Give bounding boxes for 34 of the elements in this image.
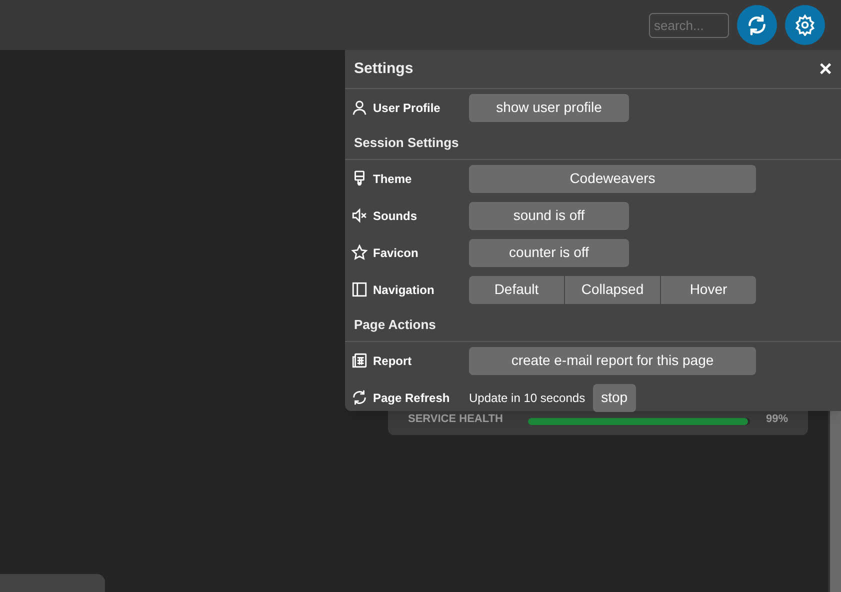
setting-label: Theme [373, 170, 412, 188]
search-field[interactable]: search... [649, 12, 729, 38]
refresh-icon [351, 389, 368, 406]
refresh-countdown: Update in 10 seconds [469, 390, 586, 406]
speaker-muted-icon [351, 207, 368, 224]
setting-button[interactable]: show user profile [469, 94, 629, 122]
section-heading: Page Actions [354, 316, 436, 334]
setting-button[interactable]: counter is off [469, 238, 629, 266]
setting-button[interactable]: create e-mail report for this page [469, 346, 756, 374]
setting-label: Sounds [373, 208, 417, 224]
navigation-option[interactable]: Hover [661, 276, 756, 304]
setting-label: Navigation [373, 282, 434, 298]
health-reading: 99% [766, 414, 788, 425]
star-icon [351, 244, 368, 261]
setting-button[interactable]: sound is off [469, 202, 629, 230]
setting-label: User Profile [373, 100, 440, 116]
settings-button[interactable] [785, 5, 825, 45]
table-document-icon [351, 352, 368, 369]
refresh-icon [746, 14, 768, 36]
setting-label: Page Refresh [373, 390, 450, 406]
refresh-button[interactable] [737, 5, 777, 45]
setting-button[interactable]: Codeweavers [469, 164, 756, 192]
stop-button[interactable]: stop [593, 384, 636, 412]
setting-label: Favicon [373, 244, 418, 262]
user-icon [351, 99, 368, 116]
sidebar-layout-icon [351, 281, 368, 298]
close-button[interactable]: × [819, 58, 832, 80]
setting-label: Report [373, 352, 412, 370]
navigation-option[interactable]: Collapsed [565, 276, 660, 304]
health-label: SERVICE HEALTH [408, 414, 504, 425]
panel-title: Settings [354, 58, 414, 79]
section-heading: Session Settings [354, 134, 459, 152]
settings-icon [794, 14, 816, 36]
navigation-option[interactable]: Default [469, 276, 564, 304]
